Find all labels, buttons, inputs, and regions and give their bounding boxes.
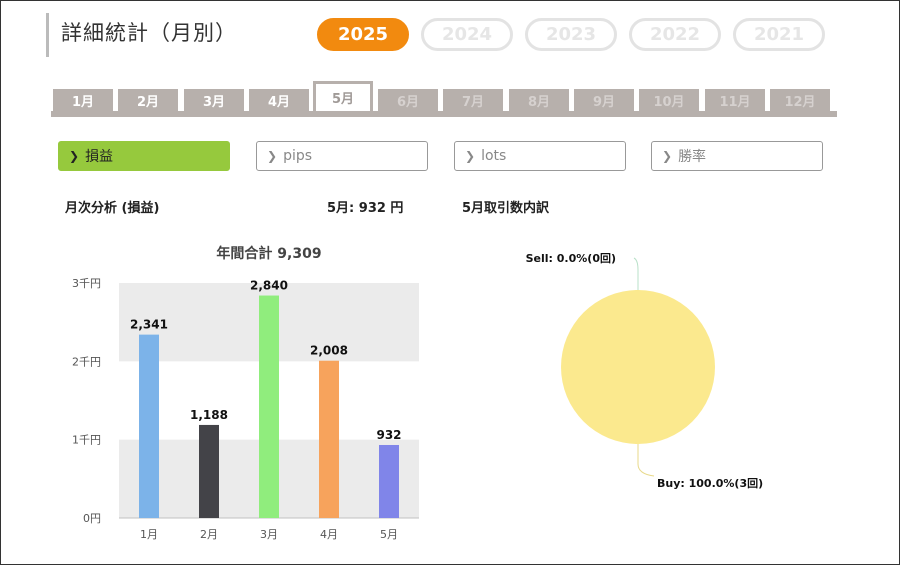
current-month-value: 5月: 932 円 <box>327 201 404 216</box>
chevron-right-icon: ❯ <box>267 149 278 163</box>
tab-month-4[interactable]: 4月 <box>249 89 309 111</box>
trade-breakdown-title: 5月取引数内訳 <box>462 201 550 216</box>
x-tick-label: 5月 <box>380 528 398 541</box>
metric-button-pips[interactable]: ❯ pips <box>256 141 428 171</box>
data-label: 2,341 <box>130 318 168 332</box>
y-tick-label: 0円 <box>83 512 101 525</box>
monthly-analysis-title: 月次分析 (損益) <box>65 201 160 216</box>
data-label: 932 <box>376 428 401 442</box>
page-frame: 詳細統計（月別） 2025 2024 2023 2022 2021 1月 2月 … <box>0 0 900 565</box>
x-tick-label: 4月 <box>320 528 338 541</box>
x-tick-label: 2月 <box>200 528 218 541</box>
metric-button-profit[interactable]: ❯ 損益 <box>58 141 230 171</box>
pie-label-sell: Sell: 0.0%(0回) <box>526 251 616 265</box>
tab-month-5[interactable]: 5月 <box>313 81 373 111</box>
tab-month-11: 11月 <box>705 89 765 111</box>
tab-month-9: 9月 <box>574 89 634 111</box>
data-label: 2,840 <box>250 279 288 293</box>
monthly-profit-bar-chart: 0円 1千円 2千円 3千円 年間合計 9,309 2,341 1月 1,188 2月 2,840… <box>72 245 419 541</box>
tab-month-6: 6月 <box>378 89 438 111</box>
metric-button-label: pips <box>283 148 313 164</box>
year-selector: 2025 2024 2023 2022 2021 <box>317 18 825 51</box>
data-label: 1,188 <box>190 408 228 422</box>
tab-month-12: 12月 <box>770 89 830 111</box>
tab-month-8: 8月 <box>509 89 569 111</box>
tab-month-2[interactable]: 2月 <box>118 89 178 111</box>
metric-button-winrate[interactable]: ❯ 勝率 <box>651 141 823 171</box>
bar-5 <box>379 444 399 518</box>
year-button-2022[interactable]: 2022 <box>629 18 721 51</box>
metric-button-label: 損益 <box>85 149 114 165</box>
y-tick-label: 2千円 <box>72 355 101 368</box>
data-label: 2,008 <box>310 344 348 358</box>
pie-connector-sell <box>633 257 639 290</box>
x-tick-label: 1月 <box>140 528 158 541</box>
trade-breakdown-pie-chart: Sell: 0.0%(0回) Buy: 100.0%(3回) <box>526 251 764 490</box>
chevron-right-icon: ❯ <box>662 149 673 163</box>
tab-month-1[interactable]: 1月 <box>53 89 113 111</box>
pie-slice-2 <box>561 290 715 444</box>
chevron-right-icon: ❯ <box>465 149 476 163</box>
year-button-2023[interactable]: 2023 <box>525 18 617 51</box>
month-tabs-baseline <box>51 111 837 117</box>
tab-month-7: 7月 <box>443 89 503 111</box>
pie-connector-buy <box>637 444 655 477</box>
bar-2 <box>199 424 219 518</box>
year-button-2025[interactable]: 2025 <box>317 18 409 51</box>
chevron-right-icon: ❯ <box>69 149 80 163</box>
tab-month-10: 10月 <box>639 89 699 111</box>
bar-3 <box>259 295 279 518</box>
y-tick-label: 3千円 <box>72 277 101 290</box>
year-button-2021[interactable]: 2021 <box>733 18 825 51</box>
metric-button-label: 勝率 <box>678 149 707 165</box>
year-button-2024[interactable]: 2024 <box>421 18 513 51</box>
title-bar: 詳細統計（月別） <box>46 13 237 57</box>
pie-label-buy: Buy: 100.0%(3回) <box>657 476 763 490</box>
tab-month-3[interactable]: 3月 <box>184 89 244 111</box>
metric-button-lots[interactable]: ❯ lots <box>454 141 626 171</box>
chart-title: 年間合計 9,309 <box>216 245 321 262</box>
bar-4 <box>319 360 339 518</box>
bar-1 <box>139 334 159 518</box>
page-title: 詳細統計（月別） <box>61 21 237 45</box>
y-tick-label: 1千円 <box>72 434 101 447</box>
x-tick-label: 3月 <box>260 528 278 541</box>
metric-button-label: lots <box>481 148 507 164</box>
month-tabs: 1月 2月 3月 4月 5月 6月 7月 8月 9月 10月 11月 12月 <box>51 81 837 117</box>
